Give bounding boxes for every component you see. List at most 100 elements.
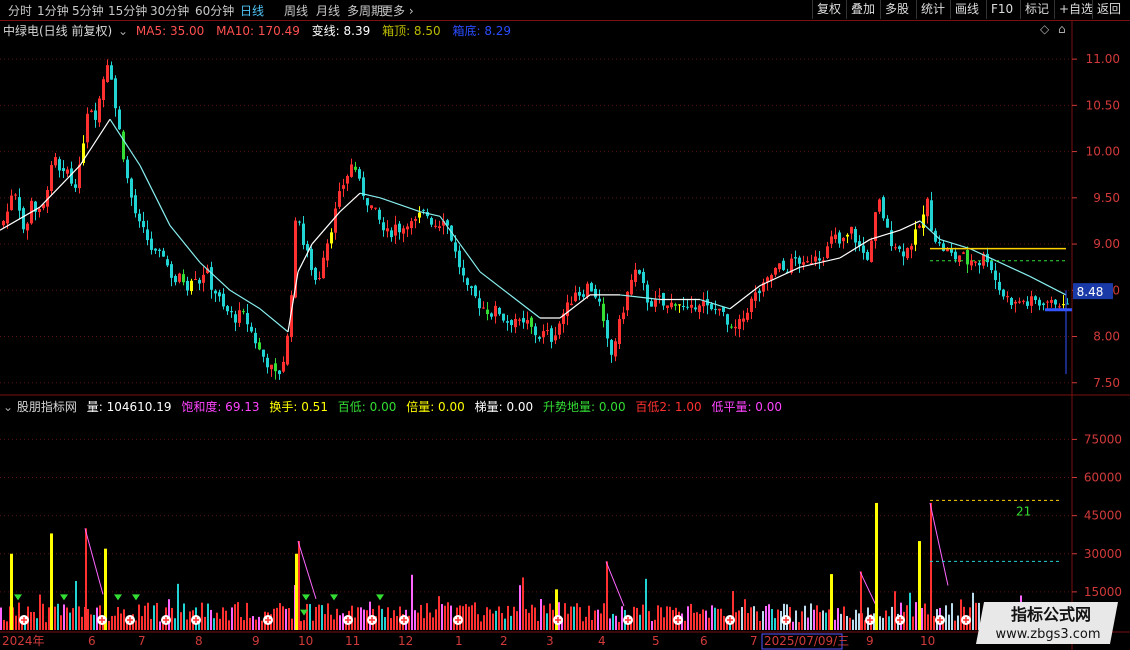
volume-bar	[744, 599, 746, 630]
candle-body	[322, 257, 325, 279]
volume-bar	[702, 609, 704, 630]
candle-body	[686, 306, 689, 308]
volume-bar	[258, 616, 260, 630]
candle-body	[642, 271, 645, 284]
volume-bar	[282, 606, 284, 630]
volume-bar	[204, 616, 206, 630]
saturation-line	[84, 528, 104, 595]
volume-bar	[417, 612, 419, 630]
volume-bar	[15, 615, 17, 630]
down-triangle-icon	[114, 594, 122, 601]
volume-bar	[921, 607, 923, 630]
candle-body	[458, 250, 461, 268]
volume-bar	[213, 618, 215, 630]
candle-body	[190, 280, 193, 292]
x-tick-label: 12	[398, 634, 413, 648]
volume-bar	[225, 610, 227, 630]
volume-bar	[186, 619, 188, 630]
x-tick-label: 9	[252, 634, 260, 648]
candle-body	[218, 292, 221, 297]
candle-body	[418, 212, 421, 218]
candle-body	[734, 326, 737, 329]
volume-bar	[564, 603, 566, 630]
volume-bar	[234, 604, 236, 630]
svg-text:指标公式网: 指标公式网	[1011, 605, 1091, 624]
candle-body	[402, 228, 405, 234]
volume-bar	[795, 610, 797, 630]
volume-bar	[654, 619, 656, 630]
volume-bar	[177, 583, 179, 630]
volume-bar	[423, 618, 425, 630]
volume-bar	[687, 606, 689, 630]
candle-body	[370, 205, 373, 209]
volume-bar	[180, 612, 182, 630]
candle-body	[1058, 306, 1061, 308]
volume-bar	[840, 613, 842, 630]
volume-bar	[693, 612, 695, 630]
volume-bar	[720, 608, 722, 630]
volume-bar	[150, 619, 152, 630]
volume-bar	[54, 606, 56, 630]
ma-line-segment	[297, 243, 313, 273]
volume-bar	[828, 609, 830, 630]
volume-bar	[18, 602, 20, 630]
volume-bar	[381, 608, 383, 630]
volume-bar	[735, 612, 737, 630]
volume-bar	[837, 608, 839, 630]
candle-body	[1050, 300, 1053, 303]
ma-line-segment	[139, 165, 171, 226]
candle-body	[694, 307, 697, 310]
candle-body	[882, 197, 885, 219]
volume-bar	[882, 617, 884, 630]
volume-bar	[111, 616, 113, 630]
saturation-line	[297, 540, 317, 600]
candle-body	[178, 273, 181, 282]
chart-canvas[interactable]: 11.0010.5010.009.509.008.508.007.5075000…	[0, 0, 1130, 650]
volume-bar	[486, 607, 488, 630]
volume-bar	[327, 603, 329, 630]
volume-bar	[183, 603, 185, 630]
candle-body	[690, 304, 693, 308]
volume-bar	[612, 613, 614, 630]
volume-bar	[81, 616, 83, 630]
volume-bar	[852, 619, 854, 630]
candle-body	[538, 337, 541, 339]
volume-spike-bar	[606, 561, 608, 630]
candle-body	[94, 110, 97, 120]
volume-bar	[759, 620, 761, 630]
candle-body	[914, 229, 917, 245]
volume-bar	[276, 607, 278, 630]
volume-bar	[849, 617, 851, 630]
candle-body	[150, 238, 153, 250]
candle-body	[758, 290, 761, 294]
volume-bar	[696, 612, 698, 630]
candle-body	[806, 261, 809, 263]
candle-body	[570, 303, 573, 306]
candle-body	[138, 213, 141, 222]
volume-bar	[36, 618, 38, 630]
candle-body	[878, 199, 881, 212]
volume-bar	[447, 602, 449, 630]
candle-body	[54, 157, 57, 166]
volume-bar	[639, 614, 641, 630]
volume-bar	[717, 608, 719, 630]
volume-bar	[210, 609, 212, 630]
volume-bar	[279, 603, 281, 630]
candle-body	[1038, 299, 1041, 306]
marker-21-label: 21	[1016, 505, 1031, 519]
volume-bar	[222, 607, 224, 630]
candle-body	[594, 288, 597, 298]
volume-bar	[609, 618, 611, 630]
volume-bar	[753, 606, 755, 630]
volume-bar	[705, 610, 707, 630]
candle-body	[754, 292, 757, 301]
volume-highlight-bar	[875, 502, 878, 630]
volume-bar	[243, 620, 245, 630]
candle-body	[846, 234, 849, 237]
candle-body	[722, 307, 725, 312]
candle-body	[818, 258, 821, 261]
volume-bar	[321, 605, 323, 630]
candle-body	[606, 320, 609, 339]
candle-body	[122, 131, 125, 160]
down-triangle-icon	[60, 594, 68, 601]
